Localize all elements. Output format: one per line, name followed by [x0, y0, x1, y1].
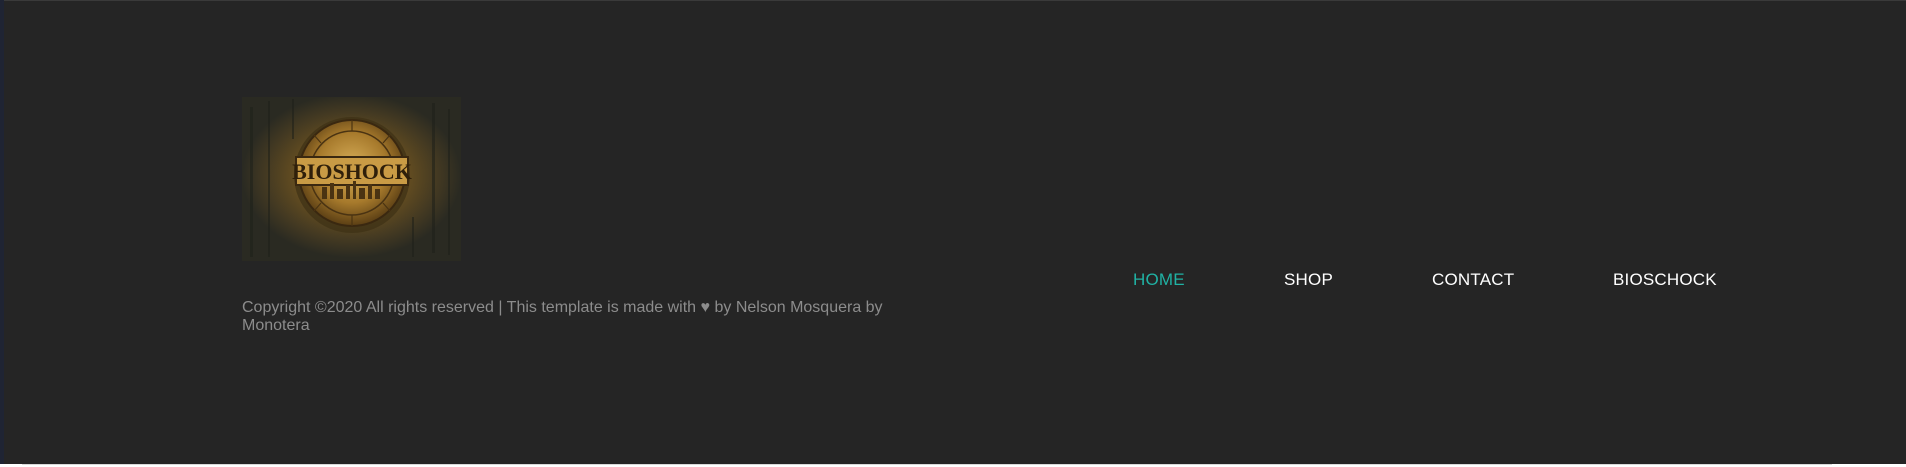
bioshock-logo[interactable]: BIOSHOCK [242, 97, 461, 261]
logo-text: BIOSHOCK [292, 159, 412, 184]
page-bottom-divider [22, 464, 1832, 465]
window-left-edge [0, 0, 4, 464]
nav-link-shop[interactable]: SHOP [1284, 270, 1333, 290]
nav-link-bioschock[interactable]: BIOSCHOCK [1613, 270, 1717, 290]
copyright-text: Copyright ©2020 All rights reserved | Th… [242, 299, 883, 334]
footer-nav: HOME SHOP CONTACT BIOSCHOCK [0, 270, 1906, 294]
footer-top-border [0, 0, 1906, 1]
nav-link-contact[interactable]: CONTACT [1432, 270, 1514, 290]
nav-link-home[interactable]: HOME [1133, 270, 1185, 290]
bioshock-logo-graphic: BIOSHOCK [242, 97, 461, 261]
site-footer: BIOSHOCK Copyright ©2020 All rights rese… [0, 0, 1906, 464]
